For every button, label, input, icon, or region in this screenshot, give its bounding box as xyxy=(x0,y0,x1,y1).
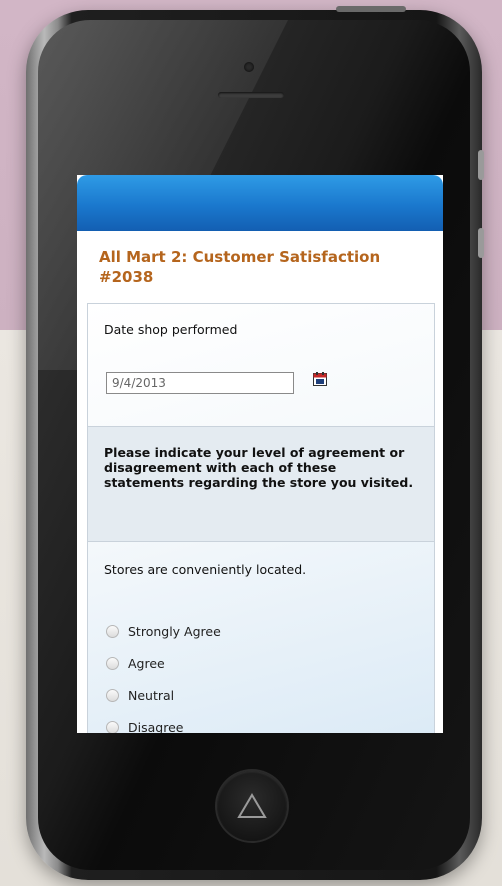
speaker-grille xyxy=(218,92,284,98)
instructions-box: Please indicate your level of agreement … xyxy=(88,426,434,542)
sleep-button xyxy=(336,6,406,12)
radio-button[interactable] xyxy=(106,720,119,733)
question-text: Stores are conveniently located. xyxy=(104,562,307,577)
option-label: Disagree xyxy=(128,719,184,734)
option-strongly-agree[interactable]: Strongly Agree xyxy=(106,622,221,640)
option-label: Strongly Agree xyxy=(128,623,221,639)
radio-button[interactable] xyxy=(106,688,119,702)
option-agree[interactable]: Agree xyxy=(106,654,165,672)
option-disagree[interactable]: Disagree xyxy=(106,718,183,733)
radio-button[interactable] xyxy=(106,624,119,638)
option-label: Agree xyxy=(128,655,165,671)
camera-icon xyxy=(244,62,254,72)
date-label: Date shop performed xyxy=(104,322,238,337)
radio-button[interactable] xyxy=(106,656,119,670)
home-triangle-icon xyxy=(237,793,267,818)
volume-button xyxy=(478,228,484,258)
option-neutral[interactable]: Neutral xyxy=(106,686,174,704)
app-header-bar xyxy=(77,175,443,231)
instructions-text: Please indicate your level of agreement … xyxy=(104,445,414,490)
form-title: All Mart 2: Customer Satisfaction #2038 xyxy=(99,248,381,286)
form-panel: Date shop performed 9/4/2013 Please indi… xyxy=(87,303,435,733)
home-button[interactable] xyxy=(217,771,287,841)
option-label: Neutral xyxy=(128,687,175,703)
phone-screen: All Mart 2: Customer Satisfaction #2038 … xyxy=(77,175,443,733)
date-field[interactable]: 9/4/2013 xyxy=(106,372,294,394)
calendar-icon[interactable] xyxy=(313,372,327,386)
volume-button xyxy=(478,150,484,180)
